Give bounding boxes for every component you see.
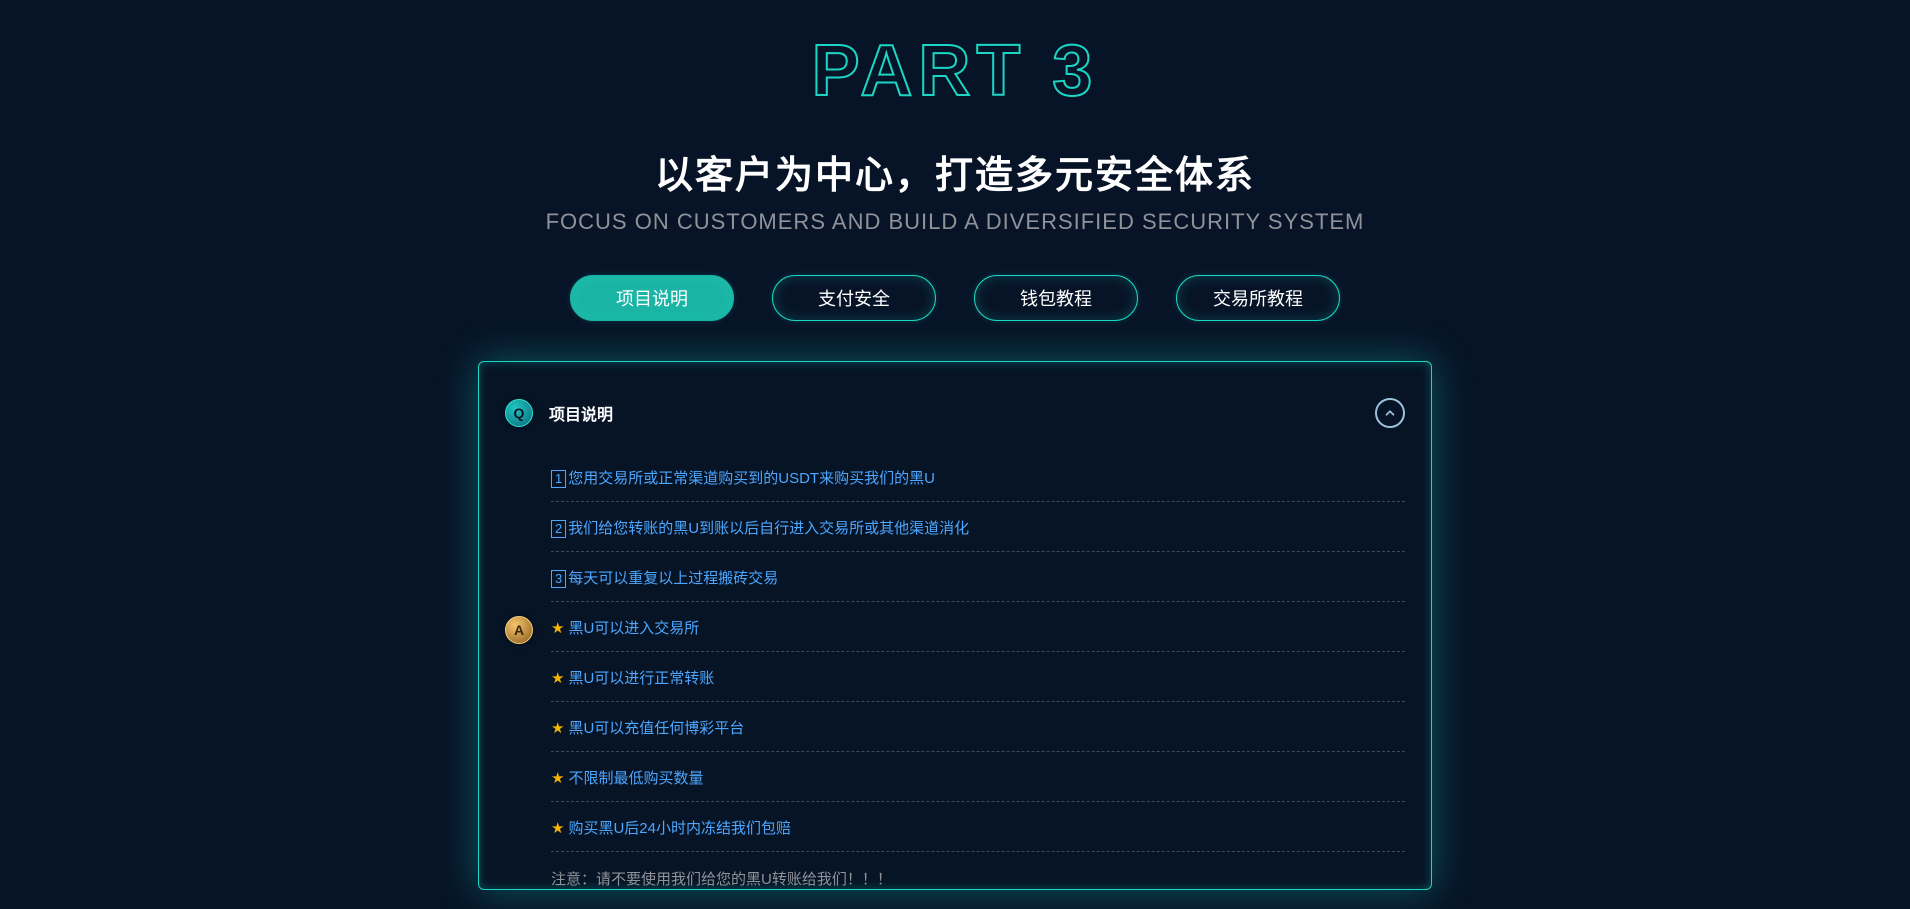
star-icon: ★ <box>551 720 564 737</box>
panel-title: 项目说明 <box>549 401 613 425</box>
number-box-icon: 3 <box>551 570 566 588</box>
headline-en: FOCUS ON CUSTOMERS AND BUILD A DIVERSIFI… <box>546 209 1365 235</box>
content-panel: Q 项目说明 A 1您用交易所或正常渠道购买到的USDT来购买我们的黑U 2我们给… <box>478 361 1432 890</box>
numbered-line: 1您用交易所或正常渠道购买到的USDT来购买我们的黑U <box>551 468 1405 502</box>
star-line: ★购买黑U后24小时内冻结我们包赔 <box>551 818 1405 852</box>
star-icon: ★ <box>551 670 564 687</box>
star-icon: ★ <box>551 620 564 637</box>
number-box-icon: 1 <box>551 470 566 488</box>
part-label: PART 3 <box>812 30 1099 112</box>
star-line: ★黑U可以进入交易所 <box>551 618 1405 652</box>
number-box-icon: 2 <box>551 520 566 538</box>
star-line: ★黑U可以充值任何博彩平台 <box>551 718 1405 752</box>
answer-lines: 1您用交易所或正常渠道购买到的USDT来购买我们的黑U 2我们给您转账的黑U到账以… <box>551 468 1405 889</box>
numbered-line: 3每天可以重复以上过程搬砖交易 <box>551 568 1405 602</box>
star-line: ★不限制最低购买数量 <box>551 768 1405 802</box>
tab-1[interactable]: 支付安全 <box>772 275 936 321</box>
q-badge-icon: Q <box>505 399 533 427</box>
star-icon: ★ <box>551 770 564 787</box>
tabs: 项目说明支付安全钱包教程交易所教程 <box>570 275 1340 321</box>
star-icon: ★ <box>551 820 564 837</box>
collapse-button[interactable] <box>1375 398 1405 428</box>
tab-0[interactable]: 项目说明 <box>570 275 734 321</box>
tab-3[interactable]: 交易所教程 <box>1176 275 1340 321</box>
tab-2[interactable]: 钱包教程 <box>974 275 1138 321</box>
panel-body: A 1您用交易所或正常渠道购买到的USDT来购买我们的黑U 2我们给您转账的黑U到… <box>505 468 1405 889</box>
numbered-line: 2我们给您转账的黑U到账以后自行进入交易所或其他渠道消化 <box>551 518 1405 552</box>
panel-header-left: Q 项目说明 <box>505 399 613 427</box>
chevron-up-icon <box>1383 406 1397 420</box>
a-badge-icon: A <box>505 616 533 644</box>
headline-cn: 以客户为中心，打造多元安全体系 <box>655 144 1255 199</box>
panel-header: Q 项目说明 <box>505 398 1405 428</box>
star-line: ★黑U可以进行正常转账 <box>551 668 1405 702</box>
note-text: 注意：请不要使用我们给您的黑U转账给我们！！！ <box>551 868 1405 889</box>
